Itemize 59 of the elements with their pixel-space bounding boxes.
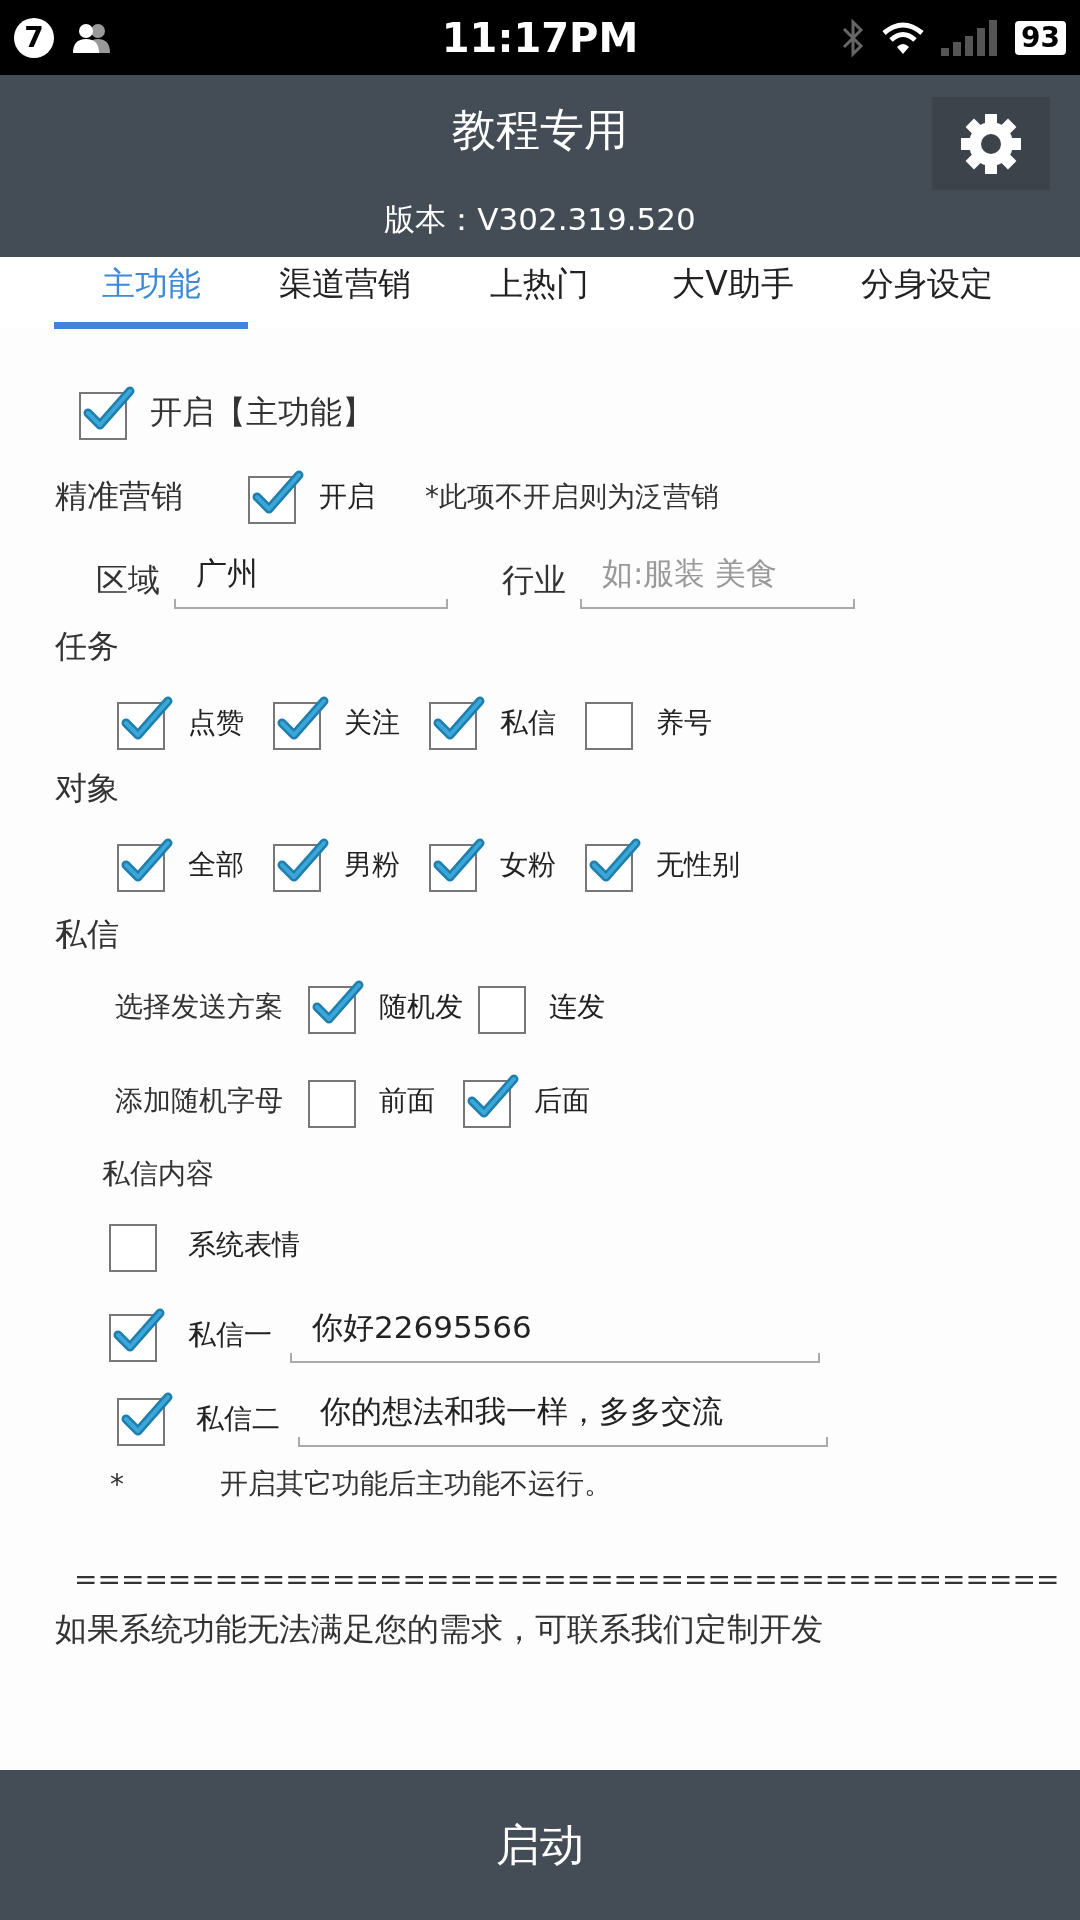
option-label: 无性别 [656, 847, 740, 883]
message-label: 私信一 [188, 1317, 272, 1353]
checkbox[interactable] [428, 695, 486, 751]
clock-time: 11:17PM [441, 14, 639, 61]
checkbox[interactable] [272, 837, 330, 893]
option-label: 点赞 [188, 705, 244, 741]
tab[interactable]: 上热门 [442, 257, 636, 329]
checkbox[interactable] [247, 469, 305, 525]
option-label: 养号 [656, 705, 712, 741]
separator-text: ========================================== [74, 1563, 1060, 1596]
checkbox[interactable] [116, 837, 174, 893]
option-group-label: 选择发送方案 [115, 989, 283, 1025]
option-label: 随机发 [379, 989, 463, 1025]
note-mark: * [110, 1467, 124, 1501]
checkbox[interactable] [108, 1307, 166, 1363]
checkbox[interactable] [78, 385, 136, 441]
hint-text: *此项不开启则为泛营销 [425, 479, 719, 515]
note-text: 开启其它功能后主功能不运行。 [220, 1466, 612, 1502]
tab[interactable]: 大V助手 [636, 257, 830, 329]
message-label: 私信二 [196, 1401, 280, 1437]
option-label: 关注 [344, 705, 400, 741]
option-label: 连发 [549, 989, 605, 1025]
checkbox[interactable] [584, 837, 642, 893]
field-label: 区域 [96, 560, 160, 601]
settings-button[interactable] [932, 97, 1050, 190]
section-label: 私信 [55, 914, 119, 955]
section-label: 任务 [55, 626, 119, 667]
field-label: 行业 [502, 560, 566, 601]
signal-icon [941, 19, 1000, 56]
option-label: 男粉 [344, 847, 400, 883]
checkbox[interactable] [116, 1391, 174, 1447]
notification-badge: 7 [14, 17, 54, 58]
option-label: 系统表情 [188, 1227, 300, 1263]
option-label: 私信 [500, 705, 556, 741]
checkbox[interactable] [462, 1073, 520, 1129]
contact-text: 如果系统功能无法满足您的需求，可联系我们定制开发 [55, 1609, 823, 1650]
option-group-label: 添加随机字母 [115, 1083, 283, 1119]
battery-level: 93 [1015, 20, 1066, 55]
tab[interactable]: 分身设定 [830, 257, 1024, 329]
wifi-icon [881, 19, 926, 56]
settings-icon [959, 111, 1023, 176]
checkbox[interactable] [272, 695, 330, 751]
bluetooth-icon [841, 17, 866, 58]
option-label: 后面 [534, 1083, 590, 1119]
option-label: 开启 [319, 479, 375, 515]
option-label: 前面 [379, 1083, 435, 1119]
section-label: 对象 [55, 768, 119, 809]
tab[interactable]: 渠道营销 [248, 257, 442, 329]
main-switch-label: 开启【主功能】 [150, 392, 374, 433]
section-label: 私信内容 [102, 1156, 214, 1192]
option-label: 全部 [188, 847, 244, 883]
checkbox[interactable] [428, 837, 486, 893]
version-text: 版本：V302.319.520 [384, 200, 696, 239]
section-label: 精准营销 [55, 476, 183, 517]
option-label: 女粉 [500, 847, 556, 883]
checkbox[interactable] [307, 979, 365, 1035]
checkbox[interactable] [116, 695, 174, 751]
start-button[interactable]: 启动 [0, 1770, 1080, 1920]
app-title: 教程专用 [452, 103, 628, 157]
